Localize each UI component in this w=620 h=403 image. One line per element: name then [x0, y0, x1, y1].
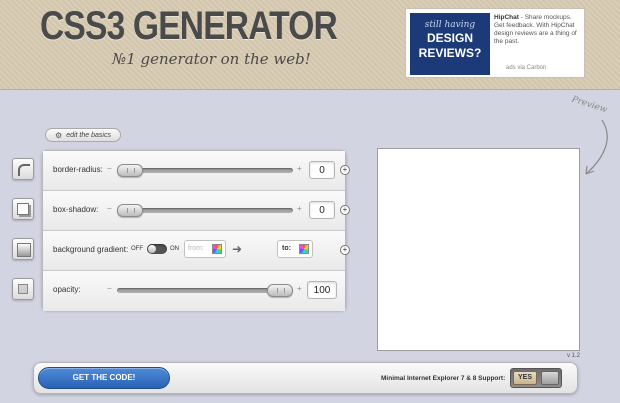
- version-label: v 1.2: [567, 353, 581, 359]
- box-shadow-label: box-shadow:: [53, 205, 99, 214]
- expand-plus-icon[interactable]: +: [340, 165, 350, 175]
- get-code-button[interactable]: GET THE CODE!: [38, 367, 170, 389]
- gear-icon: ⚙: [55, 130, 63, 140]
- box-shadow-icon[interactable]: [12, 198, 34, 220]
- edit-basics-label: edit the basics: [66, 131, 111, 139]
- ad-banner[interactable]: still having DESIGN REVIEWS? HipChat - S…: [405, 8, 585, 78]
- ie-toggle-yes-label: YES: [513, 371, 537, 385]
- background-gradient-row: background gradient: OFF ON from: ➜ to: …: [43, 231, 350, 271]
- ie-toggle-knob[interactable]: [541, 371, 559, 385]
- gradient-from-placeholder: from:: [188, 245, 204, 252]
- gradient-icon[interactable]: [12, 238, 34, 260]
- box-shadow-value[interactable]: 0: [309, 201, 335, 219]
- gradient-toggle[interactable]: [147, 244, 167, 254]
- ad-image-line3: REVIEWS?: [418, 46, 482, 60]
- ad-text[interactable]: HipChat - Share mockups. Get feedback. W…: [494, 14, 582, 46]
- opacity-value[interactable]: 100: [307, 281, 337, 299]
- arrow-right-icon: ➜: [232, 242, 243, 256]
- slider-minus-icon: −: [107, 164, 112, 173]
- gradient-on-label: ON: [170, 246, 179, 252]
- opacity-label: opacity:: [53, 285, 81, 294]
- background-gradient-label: background gradient:: [53, 245, 129, 254]
- ad-brand: HipChat: [494, 14, 519, 21]
- color-picker-icon[interactable]: [212, 244, 222, 254]
- ad-via-link[interactable]: ads via Carbon: [506, 65, 546, 71]
- color-picker-icon[interactable]: [299, 244, 309, 254]
- ie-support-toggle[interactable]: YES: [510, 368, 562, 388]
- ad-image-line2: DESIGN: [426, 31, 473, 45]
- slider-minus-icon: −: [107, 284, 112, 293]
- preview-label: Preview: [570, 94, 609, 116]
- box-shadow-slider-handle[interactable]: [117, 204, 143, 217]
- bottom-bar: GET THE CODE! Minimal Internet Explorer …: [33, 362, 578, 394]
- preview-box: [377, 148, 580, 351]
- expand-plus-icon[interactable]: +: [340, 205, 350, 215]
- slider-plus-icon: +: [297, 284, 302, 293]
- slider-minus-icon: −: [107, 204, 112, 213]
- control-panel: border-radius: − + 0 + box-shadow: − + 0…: [42, 150, 350, 311]
- slider-plus-icon: +: [297, 164, 302, 173]
- box-shadow-row: box-shadow: − + 0 +: [43, 191, 350, 231]
- gradient-off-label: OFF: [131, 246, 143, 252]
- gradient-to-label: to:: [282, 245, 291, 252]
- border-radius-icon[interactable]: [12, 158, 34, 180]
- header: CSS3 GENERATOR №1 generator on the web! …: [0, 0, 620, 90]
- expand-plus-icon[interactable]: +: [340, 245, 350, 255]
- gradient-from-color-input[interactable]: from:: [184, 240, 226, 258]
- ad-image-line1: still having: [424, 20, 476, 30]
- opacity-icon[interactable]: [12, 278, 34, 300]
- box-shadow-slider[interactable]: [117, 208, 293, 213]
- ie-support-label: Minimal Internet Explorer 7 & 8 Support:: [381, 375, 506, 382]
- border-radius-slider-handle[interactable]: [117, 164, 143, 177]
- gradient-to-color-input[interactable]: to:: [277, 240, 313, 258]
- edit-basics-button[interactable]: ⚙ edit the basics: [45, 128, 121, 142]
- opacity-row: opacity: − + 100: [43, 271, 345, 311]
- logo-tagline: №1 generator on the web!: [112, 50, 311, 68]
- slider-plus-icon: +: [297, 204, 302, 213]
- opacity-slider-handle[interactable]: [267, 284, 293, 297]
- ad-image[interactable]: still having DESIGN REVIEWS?: [410, 13, 490, 75]
- border-radius-slider[interactable]: [117, 168, 293, 173]
- border-radius-value[interactable]: 0: [309, 161, 335, 179]
- border-radius-row: border-radius: − + 0 +: [43, 151, 350, 191]
- logo-title: CSS3 GENERATOR: [40, 4, 338, 48]
- border-radius-label: border-radius:: [53, 165, 103, 174]
